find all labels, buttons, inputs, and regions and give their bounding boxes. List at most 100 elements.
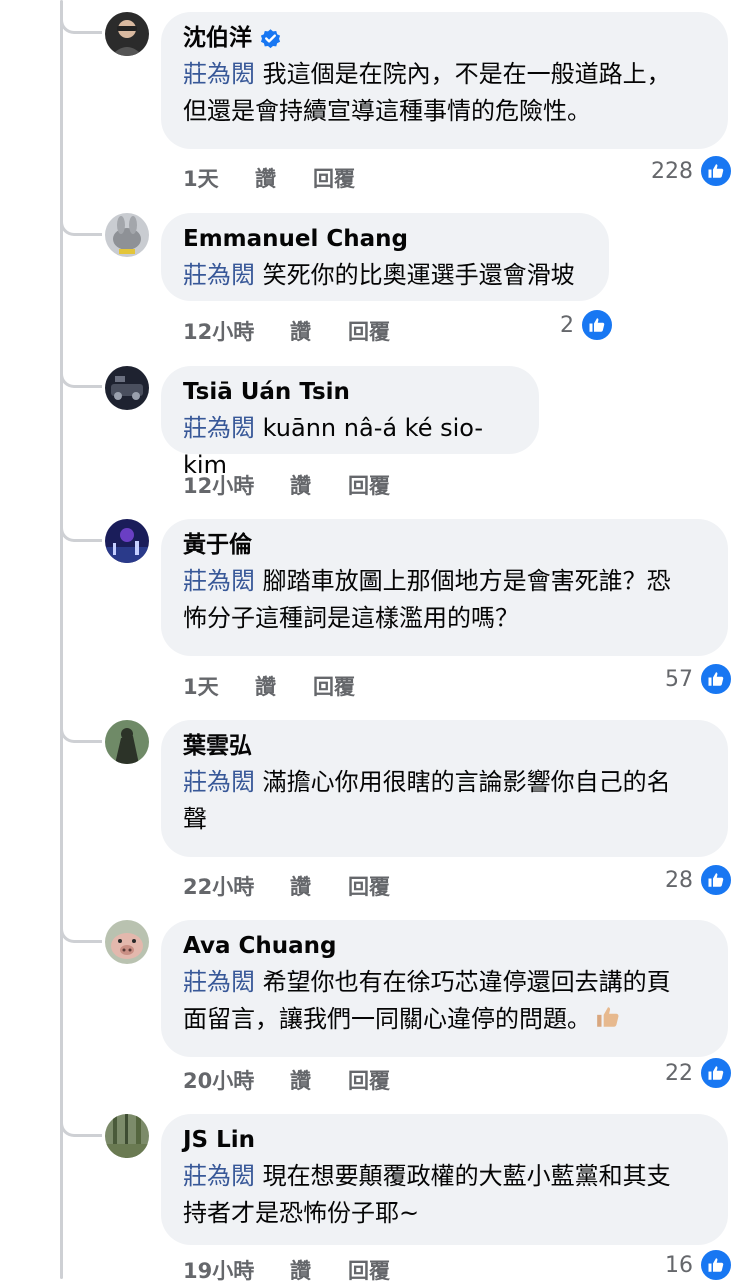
comment-timestamp[interactable]: 12小時: [183, 470, 254, 500]
like-button[interactable]: 讚: [255, 163, 276, 193]
comment-text-line: 笑死你的比奧運選手還會滑坡: [262, 261, 575, 289]
thread-branch: [60, 512, 102, 542]
comment-text-line: 怖分子這種詞是這樣濫用的嗎？: [183, 604, 519, 632]
reply-button[interactable]: 回覆: [313, 163, 355, 193]
comment-text-line: 腳踏車放圖上那個地方是會害死誰？恐: [262, 567, 671, 595]
comment-text-line: 我這個是在院內，不是在一般道路上，: [262, 60, 671, 88]
reaction-count-number: 28: [665, 867, 693, 893]
comment-timestamp[interactable]: 20小時: [183, 1065, 254, 1095]
mention-link[interactable]: 莊為閎: [183, 261, 255, 289]
thread-branch: [60, 4, 102, 34]
reaction-count-number: 57: [665, 666, 693, 692]
like-button[interactable]: 讚: [255, 671, 276, 701]
reaction-count[interactable]: 16: [665, 1248, 733, 1282]
comment-author[interactable]: 葉雲弘: [183, 731, 706, 761]
like-reaction-icon: [699, 863, 733, 897]
comment-timestamp[interactable]: 1天: [183, 163, 219, 193]
mention-link[interactable]: 莊為閎: [183, 768, 255, 796]
like-reaction-icon: [699, 1056, 733, 1090]
avatar[interactable]: [105, 720, 149, 764]
thread-branch: [60, 206, 102, 236]
mention-link[interactable]: 莊為閎: [183, 968, 255, 996]
mention-link[interactable]: 莊為閎: [183, 1162, 255, 1190]
reaction-count[interactable]: 228: [651, 154, 733, 188]
reply-button[interactable]: 回覆: [348, 1255, 390, 1285]
like-button[interactable]: 讚: [290, 470, 311, 500]
author-name[interactable]: 葉雲弘: [183, 731, 252, 761]
reply-button[interactable]: 回覆: [348, 470, 390, 500]
comment-text: 莊為閎 滿擔心你用很瞎的言論影響你自己的名 聲: [183, 764, 706, 838]
avatar[interactable]: [105, 1114, 149, 1158]
thread-branch: [60, 1107, 102, 1137]
comment-bubble: Ava Chuang 莊為閎 希望你也有在徐巧芯違停還回去講的頁 面留言，讓我們…: [161, 920, 728, 1057]
reply-button[interactable]: 回覆: [313, 671, 355, 701]
verified-badge-icon: [259, 27, 282, 50]
like-reaction-icon: [699, 154, 733, 188]
thread-branch: [60, 713, 102, 743]
reaction-count[interactable]: 2: [560, 308, 614, 342]
comment-bubble: Tsiā Uán Tsin 莊為閎 kuānn nâ-á ké sio-kim: [161, 366, 539, 479]
author-name[interactable]: Emmanuel Chang: [183, 224, 408, 254]
reaction-count-number: 22: [665, 1060, 693, 1086]
comment-bubble: JS Lin 莊為閎 現在想要顛覆政權的大藍小藍黨和其支 持者才是恐怖份子耶~: [161, 1114, 728, 1245]
comment-timestamp[interactable]: 19小時: [183, 1255, 254, 1285]
comment-text-line: 但還是會持續宣導這種事情的危險性。: [183, 97, 591, 125]
mention-link[interactable]: 莊為閎: [183, 414, 255, 442]
reply-button[interactable]: 回覆: [348, 1065, 390, 1095]
comment-text: 莊為閎 現在想要顛覆政權的大藍小藍黨和其支 持者才是恐怖份子耶~: [183, 1158, 706, 1232]
comment-timestamp[interactable]: 12小時: [183, 316, 254, 346]
avatar[interactable]: [105, 12, 149, 56]
comment-text-line: 滿擔心你用很瞎的言論影響你自己的名: [262, 768, 671, 796]
author-name[interactable]: Ava Chuang: [183, 931, 337, 961]
reaction-count-number: 2: [560, 312, 574, 338]
comment-bubble: 葉雲弘 莊為閎 滿擔心你用很瞎的言論影響你自己的名 聲: [161, 720, 728, 857]
avatar[interactable]: [105, 213, 149, 257]
like-reaction-icon: [580, 308, 614, 342]
author-name[interactable]: Tsiā Uán Tsin: [183, 377, 350, 407]
comment-author[interactable]: Ava Chuang: [183, 931, 706, 961]
avatar[interactable]: [105, 920, 149, 964]
comment-author[interactable]: 黃于倫: [183, 530, 706, 560]
author-name[interactable]: 沈伯洋: [183, 23, 252, 53]
comment-text: 莊為閎 我這個是在院內，不是在一般道路上， 但還是會持續宣導這種事情的危險性。: [183, 56, 706, 130]
like-button[interactable]: 讚: [290, 316, 311, 346]
comment-text: 莊為閎 腳踏車放圖上那個地方是會害死誰？恐 怖分子這種詞是這樣濫用的嗎？: [183, 563, 706, 637]
comment-author[interactable]: 沈伯洋: [183, 23, 706, 53]
like-button[interactable]: 讚: [290, 1255, 311, 1285]
like-button[interactable]: 讚: [290, 871, 311, 901]
comment-timestamp[interactable]: 22小時: [183, 871, 254, 901]
thread-branch: [60, 913, 102, 943]
author-name[interactable]: JS Lin: [183, 1125, 255, 1155]
author-name[interactable]: 黃于倫: [183, 530, 252, 560]
mention-link[interactable]: 莊為閎: [183, 567, 255, 595]
comment-bubble: Emmanuel Chang 莊為閎 笑死你的比奧運選手還會滑坡: [161, 213, 609, 301]
comment-bubble: 沈伯洋 莊為閎 我這個是在院內，不是在一般道路上， 但還是會持續宣導這種事情的危…: [161, 12, 728, 149]
reaction-count-number: 228: [651, 158, 693, 184]
reply-button[interactable]: 回覆: [348, 316, 390, 346]
reaction-count[interactable]: 57: [665, 662, 733, 696]
like-reaction-icon: [699, 662, 733, 696]
comment-author[interactable]: Tsiā Uán Tsin: [183, 377, 517, 407]
reaction-count[interactable]: 28: [665, 863, 733, 897]
reaction-count[interactable]: 22: [665, 1056, 733, 1090]
reaction-count-number: 16: [665, 1252, 693, 1278]
comment-text: 莊為閎 笑死你的比奧運選手還會滑坡: [183, 257, 587, 294]
comment-text: 莊為閎 希望你也有在徐巧芯違停還回去講的頁 面留言，讓我們一同關心違停的問題。: [183, 964, 706, 1041]
comment-text-line: 現在想要顛覆政權的大藍小藍黨和其支: [262, 1162, 671, 1190]
comment-bubble: 黃于倫 莊為閎 腳踏車放圖上那個地方是會害死誰？恐 怖分子這種詞是這樣濫用的嗎？: [161, 519, 728, 656]
comment-author[interactable]: Emmanuel Chang: [183, 224, 587, 254]
comment-text-line: 聲: [183, 805, 207, 833]
thread-branch: [60, 358, 102, 388]
thumbs-up-emoji-icon: [595, 1004, 621, 1041]
like-button[interactable]: 讚: [290, 1065, 311, 1095]
comment-author[interactable]: JS Lin: [183, 1125, 706, 1155]
avatar[interactable]: [105, 519, 149, 563]
comment-text-line: 持者才是恐怖份子耶~: [183, 1199, 420, 1227]
reply-button[interactable]: 回覆: [348, 871, 390, 901]
mention-link[interactable]: 莊為閎: [183, 60, 255, 88]
comment-timestamp[interactable]: 1天: [183, 671, 219, 701]
like-reaction-icon: [699, 1248, 733, 1282]
thread-line: [60, 0, 63, 1279]
avatar[interactable]: [105, 366, 149, 410]
comment-text-line: 面留言，讓我們一同關心違停的問題。: [183, 1005, 591, 1033]
